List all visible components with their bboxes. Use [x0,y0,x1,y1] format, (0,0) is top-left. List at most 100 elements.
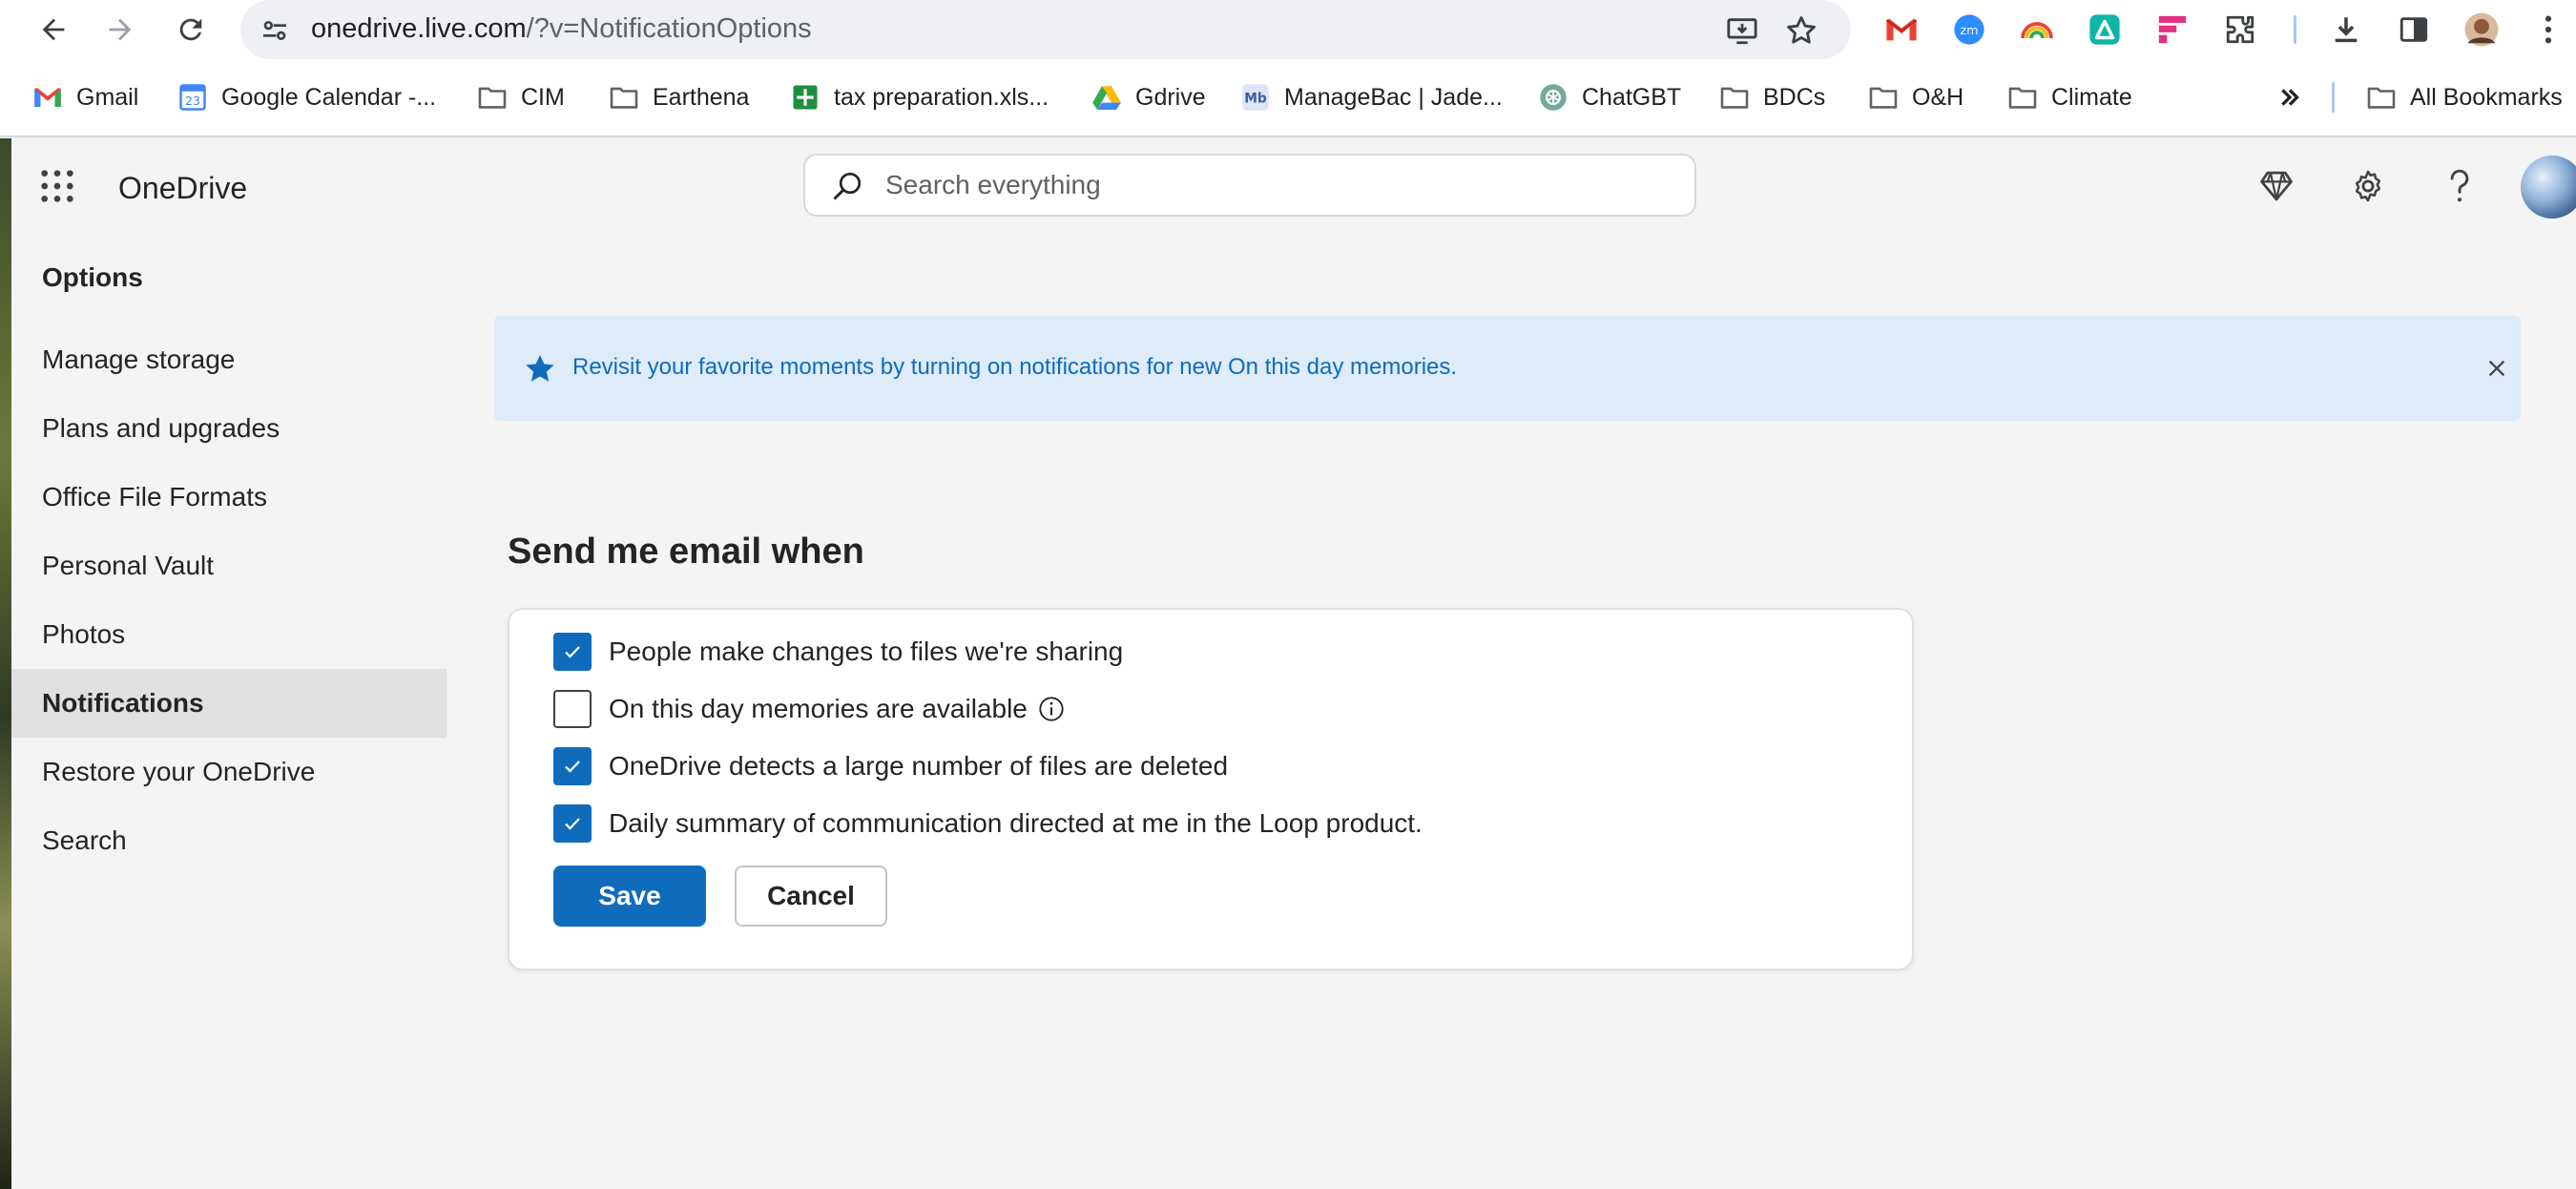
premium-diamond-icon[interactable] [2255,165,2297,207]
account-avatar[interactable] [2521,156,2576,219]
sidebar-item-office-file-formats[interactable]: Office File Formats [11,463,447,532]
svg-text:zm: zm [1960,24,1978,38]
bookmark-label: O&H [1912,83,1964,111]
bookmark-google-calendar[interactable]: 23 Google Calendar -... [177,78,436,116]
cancel-button[interactable]: Cancel [735,866,887,927]
option-on-this-day[interactable]: On this day memories are available [553,690,1066,728]
checkbox-unchecked[interactable] [553,690,592,728]
chevron-double-right-icon [2275,82,2305,113]
sidebar-item-label: Manage storage [42,344,236,374]
bookmark-tax-preparation[interactable]: tax preparation.xls... [790,78,1049,116]
checkbox-checked[interactable] [553,633,592,671]
teal-extension-icon[interactable] [2085,10,2125,50]
gmail-extension-icon[interactable] [1881,10,1922,50]
bookmark-gdrive[interactable]: Gdrive [1091,78,1206,116]
url-path: /?v=NotificationOptions [526,13,812,44]
drive-icon [1091,82,1122,113]
option-files-deleted[interactable]: OneDrive detects a large number of files… [553,747,1228,785]
site-settings-icon[interactable] [256,11,294,50]
chatgpt-icon [1538,82,1568,113]
sheets-icon [790,82,821,113]
bookmark-climate[interactable]: Climate [2007,78,2132,116]
bookmark-label: CIM [521,83,565,111]
search-input[interactable] [885,156,1668,215]
bookmark-chatgbt[interactable]: ChatGBT [1538,78,1681,116]
bookmark-star-icon[interactable] [1782,11,1820,50]
bookmark-earthena[interactable]: Earthena [609,78,749,116]
sidebar-item-photos[interactable]: Photos [11,600,447,669]
option-label: Daily summary of communication directed … [609,808,1423,838]
back-button[interactable] [31,8,75,52]
sidebar-title: Options [42,262,143,292]
bookmark-label: Gmail [76,83,139,111]
bookmarks-divider [2332,82,2335,113]
side-panel-icon[interactable] [2394,10,2434,50]
checkbox-checked[interactable] [553,747,592,785]
all-bookmarks-button[interactable]: All Bookmarks [2366,78,2563,116]
folder-icon [1719,82,1750,113]
bookmark-label: Climate [2051,83,2132,111]
rainbow-extension-icon[interactable] [2017,10,2057,50]
bookmark-label: BDCs [1763,83,1826,111]
bookmark-label: Google Calendar -... [221,83,437,111]
browser-toolbar: onedrive.live.com/?v=NotificationOptions… [0,0,2576,59]
svg-text:Mb: Mb [1244,92,1267,107]
bookmark-oh[interactable]: O&H [1868,78,1963,116]
option-loop-daily-summary[interactable]: Daily summary of communication directed … [553,804,1423,843]
onedrive-app: OneDrive Options Manage storage Plans an… [11,138,2576,1189]
bookmark-label: Gdrive [1135,83,1206,111]
bookmark-label: tax preparation.xls... [834,83,1049,111]
bookmark-managebac[interactable]: Mb ManageBac | Jade... [1240,78,1503,116]
banner-close-button[interactable] [2483,354,2511,383]
magenta-extension-icon[interactable] [2152,10,2192,50]
sidebar-item-personal-vault[interactable]: Personal Vault [11,532,447,600]
sidebar-item-label: Plans and upgrades [42,413,280,443]
bookmark-cim[interactable]: CIM [477,78,565,116]
checkbox-checked[interactable] [553,804,592,843]
bookmark-bdcs[interactable]: BDCs [1719,78,1825,116]
sidebar-item-notifications[interactable]: Notifications [11,669,447,738]
folder-icon [2366,82,2397,113]
option-label: OneDrive detects a large number of files… [609,751,1229,781]
sidebar-item-label: Notifications [42,688,204,718]
desktop-wallpaper-strip [0,138,11,1189]
downloads-icon[interactable] [2326,10,2366,50]
more-bookmarks-button[interactable] [2275,78,2318,116]
svg-text:23: 23 [185,94,200,108]
sidebar-item-restore-onedrive[interactable]: Restore your OneDrive [11,738,447,806]
search-icon [830,169,864,203]
info-icon[interactable] [1037,695,1066,723]
managebac-icon: Mb [1240,82,1271,113]
address-bar[interactable]: onedrive.live.com/?v=NotificationOptions [240,0,1851,59]
sidebar-item-search[interactable]: Search [11,806,447,875]
puzzle-extensions-icon[interactable] [2220,10,2260,50]
sidebar-item-manage-storage[interactable]: Manage storage [11,325,447,394]
forward-button[interactable] [98,8,142,52]
install-app-icon[interactable] [1723,11,1761,50]
option-label: On this day memories are available [609,694,1028,723]
bookmark-label: All Bookmarks [2410,83,2563,111]
app-header: OneDrive [11,138,2576,234]
toolbar-divider [2294,15,2296,44]
help-question-icon[interactable] [2439,165,2481,207]
sidebar-item-plans-and-upgrades[interactable]: Plans and upgrades [11,394,447,463]
app-launcher-icon[interactable] [38,167,76,205]
bookmark-label: ChatGBT [1582,83,1682,111]
settings-gear-icon[interactable] [2347,165,2389,207]
calendar-icon: 23 [177,82,208,113]
browser-menu-icon[interactable] [2528,10,2568,50]
search-box[interactable] [803,154,1696,217]
folder-icon [1868,82,1899,113]
bookmarks-bar: Gmail 23 Google Calendar -... CIM Earthe… [0,59,2576,137]
option-people-change-files[interactable]: People make changes to files we're shari… [553,633,1123,671]
reload-button[interactable] [169,8,213,52]
section-heading: Send me email when [508,532,864,572]
profile-avatar-icon[interactable] [2462,10,2502,50]
save-button[interactable]: Save [553,866,706,927]
url-text[interactable]: onedrive.live.com/?v=NotificationOptions [311,13,812,45]
folder-icon [2007,82,2038,113]
bookmark-gmail[interactable]: Gmail [32,78,138,116]
zoom-extension-icon[interactable]: zm [1949,10,1989,50]
app-brand[interactable]: OneDrive [118,171,247,206]
sidebar-item-label: Search [42,825,127,855]
